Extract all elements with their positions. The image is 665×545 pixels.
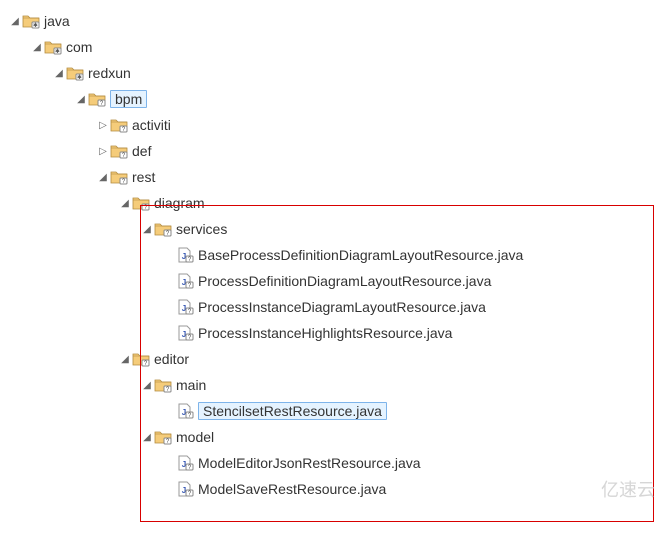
tree-label: com bbox=[66, 39, 92, 55]
tree-item-file[interactable]: ▷ BaseProcessDefinitionDiagramLayoutReso… bbox=[8, 242, 657, 268]
tree-label: diagram bbox=[154, 195, 205, 211]
java-file-icon bbox=[176, 325, 194, 341]
expand-arrow-icon[interactable]: ◢ bbox=[140, 430, 154, 444]
folder-unknown-icon bbox=[110, 169, 128, 185]
tree-label: rest bbox=[132, 169, 155, 185]
tree-label: editor bbox=[154, 351, 189, 367]
folder-unknown-icon bbox=[110, 143, 128, 159]
expand-arrow-icon[interactable]: ◢ bbox=[118, 196, 132, 210]
tree-label: model bbox=[176, 429, 214, 445]
expand-arrow-icon[interactable]: ◢ bbox=[96, 170, 110, 184]
collapse-arrow-icon[interactable]: ▷ bbox=[96, 144, 110, 158]
expand-arrow-icon[interactable]: ◢ bbox=[74, 92, 88, 106]
tree-label: ModelEditorJsonRestResource.java bbox=[198, 455, 421, 471]
folder-modified-icon bbox=[66, 65, 84, 81]
folder-unknown-icon bbox=[154, 377, 172, 393]
tree-label: bpm bbox=[110, 90, 147, 108]
tree-item-file[interactable]: ▷ ProcessInstanceHighlightsResource.java bbox=[8, 320, 657, 346]
folder-unknown-icon bbox=[132, 195, 150, 211]
folder-unknown-icon bbox=[110, 117, 128, 133]
folder-modified-icon bbox=[44, 39, 62, 55]
tree-item-file[interactable]: ▷ ModelEditorJsonRestResource.java bbox=[8, 450, 657, 476]
tree-item-def[interactable]: ▷ def bbox=[8, 138, 657, 164]
tree-label: activiti bbox=[132, 117, 171, 133]
tree-label: ModelSaveRestResource.java bbox=[198, 481, 386, 497]
tree-label: ProcessInstanceHighlightsResource.java bbox=[198, 325, 452, 341]
tree-item-file[interactable]: ▷ ProcessDefinitionDiagramLayoutResource… bbox=[8, 268, 657, 294]
tree-item-file[interactable]: ▷ StencilsetRestResource.java bbox=[8, 398, 657, 424]
collapse-arrow-icon[interactable]: ▷ bbox=[96, 118, 110, 132]
java-file-icon bbox=[176, 247, 194, 263]
tree-item-file[interactable]: ▷ ModelSaveRestResource.java bbox=[8, 476, 657, 502]
folder-modified-icon bbox=[22, 13, 40, 29]
tree-item-file[interactable]: ▷ ProcessInstanceDiagramLayoutResource.j… bbox=[8, 294, 657, 320]
expand-arrow-icon[interactable]: ◢ bbox=[52, 66, 66, 80]
tree-item-model[interactable]: ◢ model bbox=[8, 424, 657, 450]
tree-label: ProcessInstanceDiagramLayoutResource.jav… bbox=[198, 299, 486, 315]
tree-item-redxun[interactable]: ◢ redxun bbox=[8, 60, 657, 86]
tree-label: services bbox=[176, 221, 227, 237]
tree-item-rest[interactable]: ◢ rest bbox=[8, 164, 657, 190]
tree-label: main bbox=[176, 377, 206, 393]
tree-item-bpm[interactable]: ◢ bpm bbox=[8, 86, 657, 112]
package-tree: ◢ java ◢ com ◢ redxun ◢ bpm ▷ activiti ▷… bbox=[8, 8, 657, 502]
tree-label: def bbox=[132, 143, 151, 159]
folder-unknown-icon bbox=[154, 221, 172, 237]
folder-unknown-icon bbox=[132, 351, 150, 367]
expand-arrow-icon[interactable]: ◢ bbox=[140, 222, 154, 236]
tree-item-services[interactable]: ◢ services bbox=[8, 216, 657, 242]
tree-label: StencilsetRestResource.java bbox=[198, 402, 387, 420]
java-file-icon bbox=[176, 455, 194, 471]
java-file-icon bbox=[176, 403, 194, 419]
expand-arrow-icon[interactable]: ◢ bbox=[118, 352, 132, 366]
expand-arrow-icon[interactable]: ◢ bbox=[140, 378, 154, 392]
expand-arrow-icon[interactable]: ◢ bbox=[30, 40, 44, 54]
tree-item-activiti[interactable]: ▷ activiti bbox=[8, 112, 657, 138]
java-file-icon bbox=[176, 273, 194, 289]
tree-item-java[interactable]: ◢ java bbox=[8, 8, 657, 34]
folder-unknown-icon bbox=[154, 429, 172, 445]
java-file-icon bbox=[176, 299, 194, 315]
tree-label: BaseProcessDefinitionDiagramLayoutResour… bbox=[198, 247, 523, 263]
folder-unknown-icon bbox=[88, 91, 106, 107]
tree-label: ProcessDefinitionDiagramLayoutResource.j… bbox=[198, 273, 491, 289]
expand-arrow-icon[interactable]: ◢ bbox=[8, 14, 22, 28]
tree-label: java bbox=[44, 13, 70, 29]
java-file-icon bbox=[176, 481, 194, 497]
tree-item-editor[interactable]: ◢ editor bbox=[8, 346, 657, 372]
tree-label: redxun bbox=[88, 65, 131, 81]
tree-item-com[interactable]: ◢ com bbox=[8, 34, 657, 60]
tree-item-diagram[interactable]: ◢ diagram bbox=[8, 190, 657, 216]
tree-item-main[interactable]: ◢ main bbox=[8, 372, 657, 398]
